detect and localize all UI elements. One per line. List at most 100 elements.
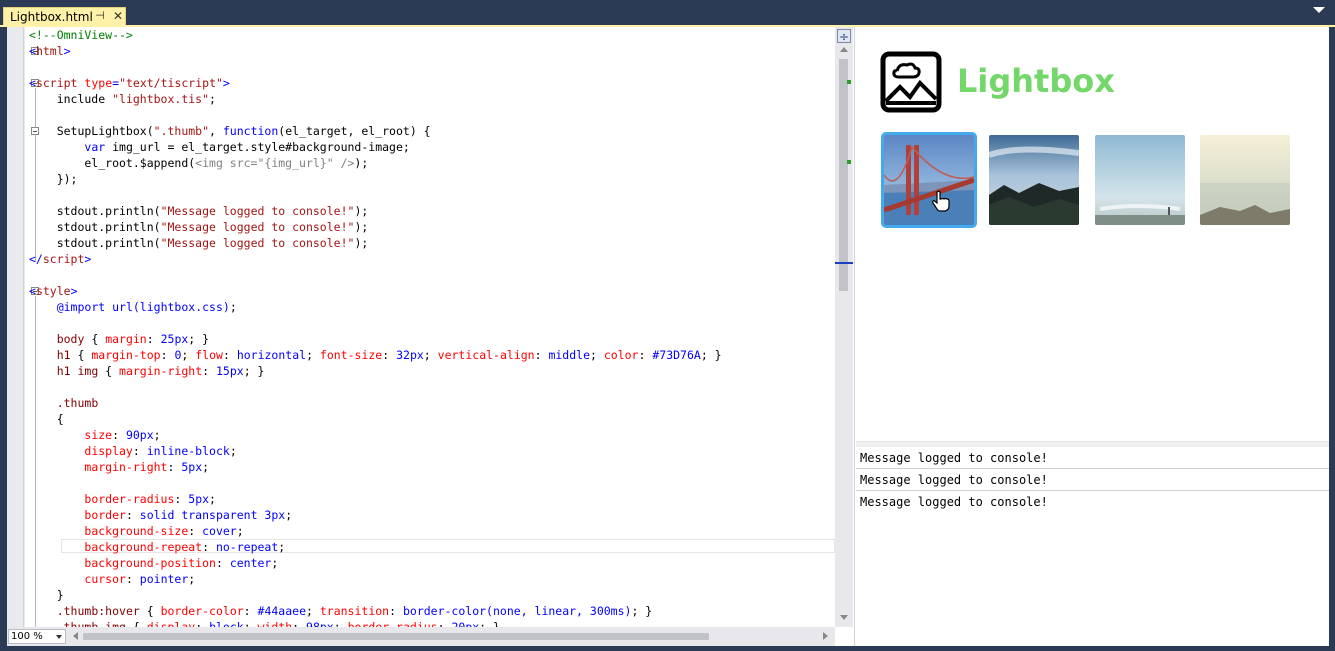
code-line[interactable]: SetupLightbox(".thumb", function(el_targ… xyxy=(29,123,835,139)
code-line[interactable] xyxy=(29,315,835,331)
code-line[interactable] xyxy=(29,59,835,75)
code-token: display xyxy=(146,620,196,627)
code-line[interactable]: border-radius: 5px; xyxy=(29,491,835,507)
code-line[interactable]: <script type="text/tiscript"> xyxy=(29,75,835,91)
code-line[interactable]: var img_url = el_target.style#background… xyxy=(29,139,835,155)
code-line[interactable]: cursor: pointer; xyxy=(29,571,835,587)
code-line[interactable]: .thumb xyxy=(29,395,835,411)
zoom-select[interactable]: 100 % xyxy=(8,629,66,644)
code-line[interactable]: <html> xyxy=(29,43,835,59)
code-token: ; xyxy=(590,348,604,362)
console-message: Message logged to console! xyxy=(860,495,1048,509)
code-line[interactable]: display: inline-block; xyxy=(29,443,835,459)
code-token: ; xyxy=(285,508,293,522)
code-token: : xyxy=(437,620,452,627)
code-token: background-size xyxy=(84,524,189,538)
code-token: > xyxy=(70,284,78,298)
tab-dropdown-icon[interactable] xyxy=(1313,7,1325,13)
code-line[interactable] xyxy=(29,475,835,491)
code-token: 32px xyxy=(396,348,424,362)
code-token: ; xyxy=(423,348,438,362)
code-line[interactable] xyxy=(29,379,835,395)
code-token: ; xyxy=(278,540,286,554)
code-line[interactable] xyxy=(29,187,835,203)
code-line[interactable]: background-position: center; xyxy=(29,555,835,571)
thumbnail-forest-valley[interactable] xyxy=(986,132,1082,228)
code-line[interactable]: stdout.println("Message logged to consol… xyxy=(29,219,835,235)
code-token: : xyxy=(125,508,140,522)
scroll-left-icon[interactable] xyxy=(73,632,78,640)
code-line[interactable]: <!--OmniView--> xyxy=(29,27,835,43)
scroll-right-icon[interactable] xyxy=(823,632,828,640)
code-line[interactable]: margin-right: 5px; xyxy=(29,459,835,475)
code-line[interactable]: stdout.println("Message logged to consol… xyxy=(29,235,835,251)
code-token: transition xyxy=(319,604,390,618)
code-token: ; xyxy=(243,620,258,627)
document-tab[interactable]: Lightbox.html ⊣ ✕ xyxy=(3,7,126,25)
change-marker xyxy=(847,80,851,84)
code-token: html xyxy=(35,44,64,58)
code-token: : xyxy=(243,604,258,618)
code-token: ; xyxy=(333,620,348,627)
code-token: ; xyxy=(188,572,196,586)
code-token: ; xyxy=(236,524,244,538)
horizontal-scrollbar[interactable]: 100 % xyxy=(7,627,835,646)
code-line[interactable]: size: 90px; xyxy=(29,427,835,443)
code-token: }); xyxy=(29,172,78,186)
code-line[interactable]: .thumb img { display: block; width: 98px… xyxy=(29,619,835,627)
code-token: : xyxy=(222,348,237,362)
code-line[interactable]: h1 { margin-top: 0; flow: horizontal; fo… xyxy=(29,347,835,363)
code-line[interactable]: <style> xyxy=(29,283,835,299)
code-token: cursor xyxy=(84,572,126,586)
thumbnail-golden-gate-bridge[interactable] xyxy=(881,132,977,228)
code-line[interactable]: } xyxy=(29,587,835,603)
code-token: : xyxy=(534,348,549,362)
code-line[interactable]: }); xyxy=(29,171,835,187)
code-token: horizontal xyxy=(236,348,307,362)
code-line[interactable] xyxy=(29,107,835,123)
code-line[interactable]: include "lightbox.tis"; xyxy=(29,91,835,107)
vertical-scrollbar[interactable]: ÷ xyxy=(835,27,853,627)
code-line[interactable]: @import url(lightbox.css); xyxy=(29,299,835,315)
vertical-scroll-thumb[interactable] xyxy=(839,59,848,291)
scroll-up-icon[interactable] xyxy=(840,47,848,52)
code-line[interactable]: border: solid transparent 3px; xyxy=(29,507,835,523)
code-line[interactable]: el_root.$append(<img src="{img_url}" />)… xyxy=(29,155,835,171)
code-token: script xyxy=(42,252,85,266)
code-area[interactable]: <!--OmniView--> <html> <script type="text/… xyxy=(29,27,835,627)
code-line[interactable]: stdout.println("Message logged to consol… xyxy=(29,203,835,219)
code-token: 15px xyxy=(215,364,244,378)
code-line[interactable]: background-size: cover; xyxy=(29,523,835,539)
code-token: ; } xyxy=(479,620,500,627)
horizontal-scroll-thumb[interactable] xyxy=(83,633,709,640)
code-token: < xyxy=(29,284,36,298)
code-token: > xyxy=(84,252,92,266)
code-token: ; } xyxy=(243,364,265,378)
image-icon xyxy=(880,51,942,113)
code-line[interactable]: body { margin: 25px; } xyxy=(29,331,835,347)
code-line[interactable]: { xyxy=(29,411,835,427)
code-line[interactable]: .thumb:hover { border-color: #44aaee; tr… xyxy=(29,603,835,619)
code-token: center xyxy=(229,556,272,570)
code-editor[interactable]: <!--OmniView--> <html> <script type="text/… xyxy=(7,27,855,646)
split-view-icon[interactable]: ÷ xyxy=(837,29,851,44)
pin-icon[interactable]: ⊣ xyxy=(94,9,106,23)
thumbnail-coastal-horizon[interactable] xyxy=(1092,132,1188,228)
code-token: < xyxy=(29,44,36,58)
chevron-down-icon xyxy=(56,635,62,639)
console-output: Message logged to console! Message logge… xyxy=(856,447,1329,646)
thumbnail-hazy-sea-rocks[interactable] xyxy=(1197,132,1293,228)
close-icon[interactable]: ✕ xyxy=(112,9,124,23)
code-line[interactable] xyxy=(29,267,835,283)
code-line[interactable]: background-repeat: no-repeat; xyxy=(29,539,835,555)
code-token: .thumb img xyxy=(56,620,126,627)
code-line[interactable]: h1 img { margin-right: 15px; } xyxy=(29,363,835,379)
code-token: middle xyxy=(548,348,590,362)
code-line[interactable]: </script> xyxy=(29,251,835,267)
scroll-down-icon[interactable] xyxy=(840,615,848,620)
